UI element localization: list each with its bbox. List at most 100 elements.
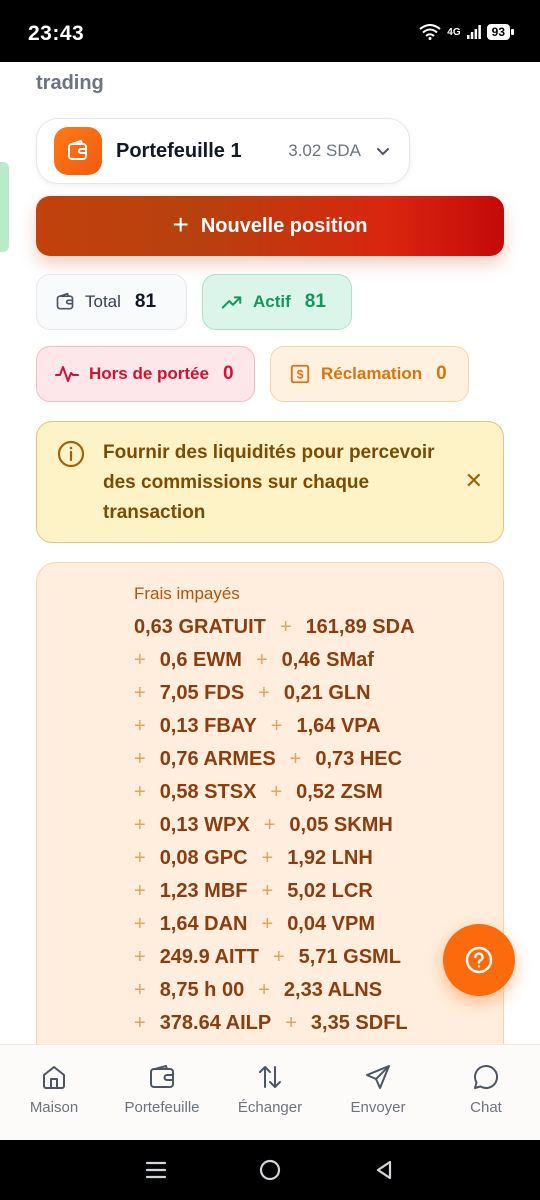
plus-icon: + bbox=[134, 880, 146, 902]
fee-amount: 0,13 FBAY bbox=[159, 715, 257, 737]
filter-claim[interactable]: $ Réclamation 0 bbox=[270, 346, 469, 402]
network-label: 4G bbox=[447, 26, 461, 38]
fee-amount: 0,46 SMaf bbox=[281, 649, 374, 671]
plus-icon: + bbox=[261, 847, 274, 869]
wallet-name: Portefeuille 1 bbox=[116, 139, 242, 162]
status-bar: 23:43 4G 93 bbox=[0, 0, 540, 62]
filter-actif[interactable]: Actif 81 bbox=[202, 274, 352, 330]
fee-amount: 378.64 AILP bbox=[159, 1012, 272, 1034]
fee-amount: 0,13 WPX bbox=[159, 814, 250, 836]
fee-row: +0,58 STSX +0,52 ZSM bbox=[134, 776, 415, 809]
fee-amount: 0,05 SKMH bbox=[289, 814, 393, 836]
fee-amount: 5,02 LCR bbox=[287, 880, 373, 902]
plus-icon: + bbox=[272, 946, 285, 968]
plus-icon: + bbox=[255, 649, 268, 671]
fee-row: 0,63 GRATUIT +161,89 SDA bbox=[134, 611, 415, 644]
fees-title: Frais impayés bbox=[134, 584, 240, 603]
plus-icon: + bbox=[270, 715, 283, 737]
fee-amount: 249.9 AITT bbox=[159, 946, 259, 968]
filter-claim-label: Réclamation bbox=[321, 364, 423, 383]
main-content: trading Portefeuille 1 3.02 SDA + Nouvel… bbox=[0, 62, 540, 1044]
recent-apps-icon[interactable] bbox=[145, 1160, 167, 1180]
side-drawer-handle[interactable] bbox=[0, 162, 9, 252]
new-position-label: Nouvelle position bbox=[200, 214, 368, 237]
fee-row: +0,76 ARMES +0,73 HEC bbox=[134, 743, 415, 776]
fee-amount: 0,6 EWM bbox=[159, 649, 242, 671]
status-time: 23:43 bbox=[28, 22, 85, 45]
plus-icon: + bbox=[134, 979, 146, 1001]
fee-row: +1,23 MBF +5,02 LCR bbox=[134, 875, 415, 908]
plus-icon: + bbox=[134, 649, 146, 671]
nav-label: Envoyer bbox=[350, 1099, 406, 1116]
nav-label: Portefeuille bbox=[124, 1099, 200, 1116]
fee-row: +0,13 WPX +0,05 SKMH bbox=[134, 809, 415, 842]
info-text: Fournir des liquidités pour percevoir de… bbox=[103, 442, 435, 523]
wallet-icon bbox=[150, 1065, 174, 1088]
plus-icon: + bbox=[270, 781, 283, 803]
plus-icon: + bbox=[172, 208, 189, 240]
filter-actif-count: 81 bbox=[304, 291, 326, 312]
info-icon bbox=[57, 440, 85, 468]
info-banner: Fournir des liquidités pour percevoir de… bbox=[36, 421, 504, 543]
chevron-down-icon bbox=[377, 148, 389, 156]
fee-amount: 0,21 GLN bbox=[283, 682, 371, 704]
nav-item-wallet[interactable]: Portefeuille bbox=[108, 1045, 216, 1140]
plus-icon: + bbox=[134, 715, 146, 737]
fee-amount: 7,05 FDS bbox=[159, 682, 245, 704]
plus-icon: + bbox=[134, 814, 146, 836]
fees-list: 0,63 GRATUIT +161,89 SDA +0,6 EWM +0,46 SMa… bbox=[134, 611, 415, 1040]
fee-row: +8,75 h 00 +2,33 ALNS bbox=[134, 974, 415, 1007]
unpaid-fees-card: Frais impayés 0,63 GRATUIT +161,89 SDA +0,… bbox=[36, 562, 504, 1044]
home-circle-icon[interactable] bbox=[258, 1158, 282, 1182]
filter-claim-count: 0 bbox=[436, 363, 447, 384]
fee-amount: 0,52 ZSM bbox=[296, 781, 383, 803]
plus-icon: + bbox=[279, 616, 292, 638]
wallet-icon bbox=[56, 292, 74, 310]
bottom-nav: Maison Portefeuille Échanger Envoyer Cha… bbox=[0, 1044, 540, 1140]
filter-total-label: Total bbox=[85, 292, 121, 311]
nav-item-home[interactable]: Maison bbox=[0, 1045, 108, 1140]
help-button[interactable] bbox=[443, 924, 515, 996]
fee-row: +378.64 AILP +3,35 SDFL bbox=[134, 1007, 415, 1040]
fee-amount: 2,33 ALNS bbox=[283, 979, 383, 1001]
plus-icon: + bbox=[134, 1012, 146, 1034]
plus-icon: + bbox=[258, 682, 270, 704]
fee-amount: 1,23 MBF bbox=[159, 880, 248, 902]
wallet-balance: 3.02 SDA bbox=[288, 141, 361, 160]
fee-row: +0,6 EWM +0,46 SMaf bbox=[134, 644, 415, 677]
wallet-icon bbox=[54, 127, 102, 175]
nav-item-swap[interactable]: Échanger bbox=[216, 1045, 324, 1140]
home-icon bbox=[43, 1066, 65, 1089]
nav-item-send[interactable]: Envoyer bbox=[324, 1045, 432, 1140]
wifi-icon bbox=[419, 24, 441, 40]
filter-total[interactable]: Total 81 bbox=[36, 274, 187, 330]
nav-item-chat[interactable]: Chat bbox=[432, 1045, 540, 1140]
fee-row: +7,05 FDS +0,21 GLN bbox=[134, 677, 415, 710]
back-icon[interactable] bbox=[373, 1159, 395, 1181]
plus-icon: + bbox=[261, 913, 274, 935]
close-icon[interactable]: ✕ bbox=[465, 470, 483, 492]
fee-row: +0,08 GPC +1,92 LNH bbox=[134, 842, 415, 875]
plus-icon: + bbox=[134, 913, 146, 935]
fee-amount: 0,76 ARMES bbox=[159, 748, 276, 770]
nav-label: Maison bbox=[29, 1099, 79, 1116]
wallet-selector[interactable]: Portefeuille 1 3.02 SDA bbox=[36, 118, 410, 184]
plus-icon: + bbox=[134, 946, 146, 968]
battery-indicator: 93 bbox=[486, 24, 515, 40]
plus-icon: + bbox=[134, 847, 146, 869]
fee-amount: 1,92 LNH bbox=[287, 847, 373, 869]
system-nav-bar bbox=[0, 1140, 540, 1200]
fee-row: +0,13 FBAY +1,64 VPA bbox=[134, 710, 415, 743]
chat-icon bbox=[474, 1064, 498, 1089]
plus-icon: + bbox=[134, 748, 146, 770]
filter-out-of-range[interactable]: Hors de portée 0 bbox=[36, 346, 255, 402]
fee-amount: 8,75 h 00 bbox=[159, 979, 245, 1001]
filter-actif-label: Actif bbox=[253, 292, 291, 311]
plus-icon: + bbox=[289, 748, 302, 770]
new-position-button[interactable]: + Nouvelle position bbox=[36, 196, 504, 256]
svg-text:$: $ bbox=[297, 368, 304, 382]
plus-icon: + bbox=[261, 880, 274, 902]
swap-icon bbox=[259, 1066, 281, 1088]
dollar-receipt-icon: $ bbox=[290, 364, 310, 384]
fee-amount: 0,73 HEC bbox=[315, 748, 403, 770]
